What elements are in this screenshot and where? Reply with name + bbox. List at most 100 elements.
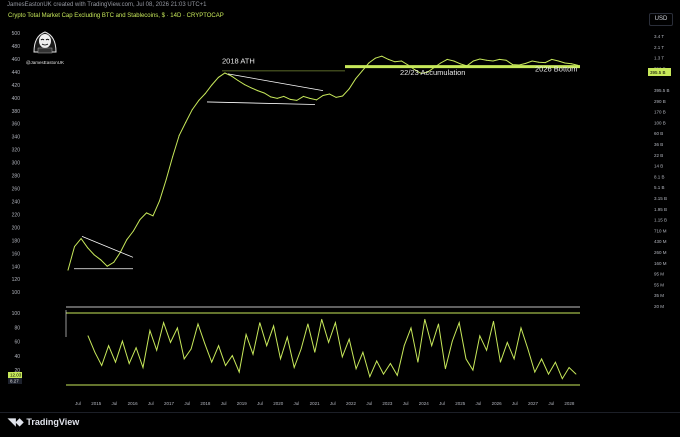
price-point: [329, 93, 330, 95]
oscillator-point: [128, 363, 130, 364]
price-point: [270, 96, 272, 98]
price-point: [459, 63, 461, 65]
price-point: [211, 84, 213, 86]
price-point: [80, 238, 82, 240]
oscillator-point: [396, 375, 398, 376]
price-right-tick: 1.15 B: [654, 218, 667, 223]
price-left-tick: 480: [12, 44, 21, 50]
price-left-tick: 280: [12, 174, 21, 180]
oscillator-point: [122, 340, 123, 342]
price-right-tick: 36 B: [654, 142, 663, 147]
x-tick-label: Jul: [221, 401, 227, 406]
price-point: [289, 98, 291, 100]
oscillator-point: [348, 338, 350, 340]
oscillator-point: [218, 345, 220, 347]
price-point: [512, 64, 514, 66]
x-tick-label: 2023: [382, 401, 393, 406]
price-left-tick: 360: [12, 122, 21, 128]
price-point: [499, 58, 500, 60]
osc-left-tick: 40: [14, 354, 20, 360]
oscillator-point: [445, 368, 446, 370]
price-point: [531, 60, 533, 62]
x-tick-label: Jul: [548, 401, 554, 406]
x-tick-label: 2019: [237, 401, 248, 406]
oscillator-point: [307, 323, 309, 325]
tv-logo-icon: ◥◆: [8, 417, 24, 428]
x-tick-label: Jul: [512, 401, 518, 406]
oscillator-point: [280, 358, 281, 360]
oscillator-point: [170, 342, 171, 343]
price-left-tick: 380: [12, 109, 21, 115]
osc-left-tick: 60: [14, 340, 20, 346]
price-series-line: [67, 55, 579, 271]
price-right-tick: 35 M: [654, 293, 664, 298]
oscillator-point: [163, 322, 165, 323]
price-point: [159, 200, 160, 202]
price-point: [296, 99, 298, 101]
oscillator-point: [438, 323, 439, 325]
price-right-tick: 1.95 B: [654, 207, 667, 212]
oscillator-point: [156, 349, 158, 351]
price-point: [165, 179, 167, 181]
tradingview-logo[interactable]: ◥◆ TradingView: [8, 417, 79, 428]
oscillator-point: [321, 318, 323, 320]
x-tick-label: 2021: [310, 401, 321, 406]
footer-bar: [0, 412, 680, 437]
price-point: [224, 72, 226, 74]
price-pane: 2018 ATH 22/23 Accumulation 2026 Bottom: [67, 55, 580, 271]
price-right-tick: 2.1 T: [654, 45, 664, 50]
oscillator-point: [245, 334, 247, 335]
oscillator-point: [135, 347, 137, 349]
price-point: [492, 60, 494, 62]
oscillator-point: [87, 335, 89, 337]
oscillator-point: [293, 367, 295, 368]
price-point: [263, 92, 265, 94]
price-point: [557, 60, 559, 62]
oscillator-point: [527, 348, 529, 350]
price-point: [342, 95, 344, 97]
oscillator-point: [451, 340, 453, 342]
oscillator-point: [493, 320, 494, 322]
price-point: [355, 78, 357, 80]
price-right-tick: 3.4 T: [654, 34, 664, 39]
price-point: [472, 60, 474, 62]
oscillator-point: [513, 358, 515, 360]
price-left-tick: 300: [12, 161, 21, 167]
price-point: [309, 97, 311, 99]
oscillator-point: [341, 356, 343, 358]
oscillator-point: [101, 365, 103, 366]
price-right-tick: 60 B: [654, 131, 663, 136]
chart-svg[interactable]: 2018 ATH 22/23 Accumulation 2026 Bottom 50…: [0, 0, 680, 436]
oscillator-point: [541, 358, 542, 360]
price-point: [394, 61, 396, 63]
oscillator-point: [225, 365, 226, 366]
oscillator-point: [424, 318, 426, 320]
oscillator-point: [197, 323, 199, 325]
price-left-tick: 120: [12, 277, 21, 283]
price-right-tick: 22 B: [654, 153, 663, 158]
x-tick-label: Jul: [439, 401, 445, 406]
osc-value-label: 12.03: [10, 373, 22, 378]
oscillator-point: [458, 322, 460, 323]
price-point: [139, 219, 141, 221]
price-right-tick: 95 M: [654, 272, 664, 277]
price-point: [250, 87, 252, 89]
x-tick-label: Jul: [257, 401, 263, 406]
price-left-tick: 140: [12, 264, 21, 270]
price-right-tick: 55 M: [654, 282, 664, 287]
oscillator-point: [204, 343, 206, 345]
oscillator-point: [273, 325, 274, 327]
oscillator-point: [506, 342, 508, 343]
x-tick-label: Jul: [366, 401, 372, 406]
price-left-tick: 260: [12, 187, 21, 193]
x-tick-label: 2018: [200, 401, 211, 406]
price-point: [564, 62, 566, 64]
oscillator-point: [94, 351, 96, 353]
oscillator-point: [472, 369, 474, 371]
price-right-tick: 710 M: [654, 228, 667, 233]
oscillator-point: [548, 373, 549, 375]
oscillator-point: [362, 351, 364, 353]
oscillator-point: [183, 358, 185, 360]
price-point: [198, 99, 200, 101]
oscillator-point: [479, 335, 481, 337]
